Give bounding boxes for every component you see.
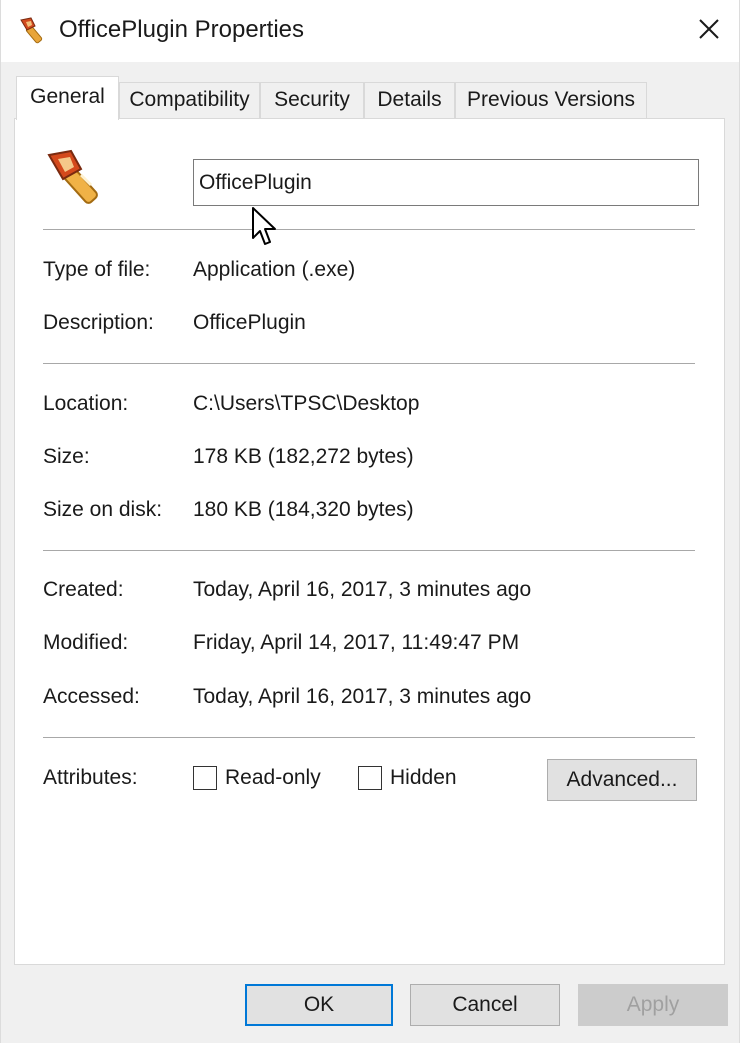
close-icon xyxy=(699,19,719,39)
size-on-disk-value: 180 KB (184,320 bytes) xyxy=(193,498,414,521)
mouse-cursor-icon xyxy=(252,207,276,245)
size-on-disk-label: Size on disk: xyxy=(43,498,163,521)
type-of-file-label: Type of file: xyxy=(43,258,151,281)
tab-general[interactable]: General xyxy=(16,76,119,120)
hidden-checkbox-label: Hidden xyxy=(390,766,457,789)
modified-value: Friday, April 14, 2017, 11:49:47 PM xyxy=(193,631,520,654)
tab-previous-versions[interactable]: Previous Versions xyxy=(455,82,647,118)
readonly-checkbox-label: Read-only xyxy=(225,766,321,789)
cancel-button[interactable]: Cancel xyxy=(410,984,560,1026)
tab-compatibility[interactable]: Compatibility xyxy=(119,82,260,118)
type-of-file-value: Application (.exe) xyxy=(193,258,356,281)
size-label: Size: xyxy=(43,445,90,468)
accessed-value: Today, April 16, 2017, 3 minutes ago xyxy=(193,685,532,708)
title-bar[interactable]: OfficePlugin Properties xyxy=(1,0,739,62)
location-label: Location: xyxy=(43,392,129,415)
readonly-checkbox-box[interactable] xyxy=(193,766,217,790)
properties-dialog: OfficePlugin Properties General Compatib… xyxy=(0,0,740,1043)
ok-button[interactable]: OK xyxy=(245,984,393,1026)
apply-button[interactable]: Apply xyxy=(578,984,728,1026)
accessed-label: Accessed: xyxy=(43,685,140,708)
torch-icon xyxy=(20,17,43,44)
torch-icon xyxy=(47,149,98,204)
hidden-checkbox[interactable]: Hidden xyxy=(358,763,457,793)
attributes-label: Attributes: xyxy=(43,766,138,789)
readonly-checkbox[interactable]: Read-only xyxy=(193,763,321,793)
tab-details[interactable]: Details xyxy=(364,82,455,118)
hidden-checkbox-box[interactable] xyxy=(358,766,382,790)
window-title: OfficePlugin Properties xyxy=(59,16,305,43)
divider xyxy=(43,229,695,230)
advanced-button[interactable]: Advanced... xyxy=(547,759,697,801)
general-panel: Type of file: Application (.exe) Descrip… xyxy=(14,118,725,965)
divider xyxy=(43,363,695,364)
divider xyxy=(43,550,695,551)
modified-label: Modified: xyxy=(43,631,129,654)
created-label: Created: xyxy=(43,578,124,601)
created-value: Today, April 16, 2017, 3 minutes ago xyxy=(193,578,532,601)
size-value: 178 KB (182,272 bytes) xyxy=(193,445,414,468)
close-button[interactable] xyxy=(679,0,739,58)
description-label: Description: xyxy=(43,311,154,334)
divider xyxy=(43,737,695,738)
description-value: OfficePlugin xyxy=(193,311,306,334)
file-name-input[interactable] xyxy=(193,159,699,206)
location-value: C:\Users\TPSC\Desktop xyxy=(193,392,420,415)
tab-security[interactable]: Security xyxy=(260,82,364,118)
